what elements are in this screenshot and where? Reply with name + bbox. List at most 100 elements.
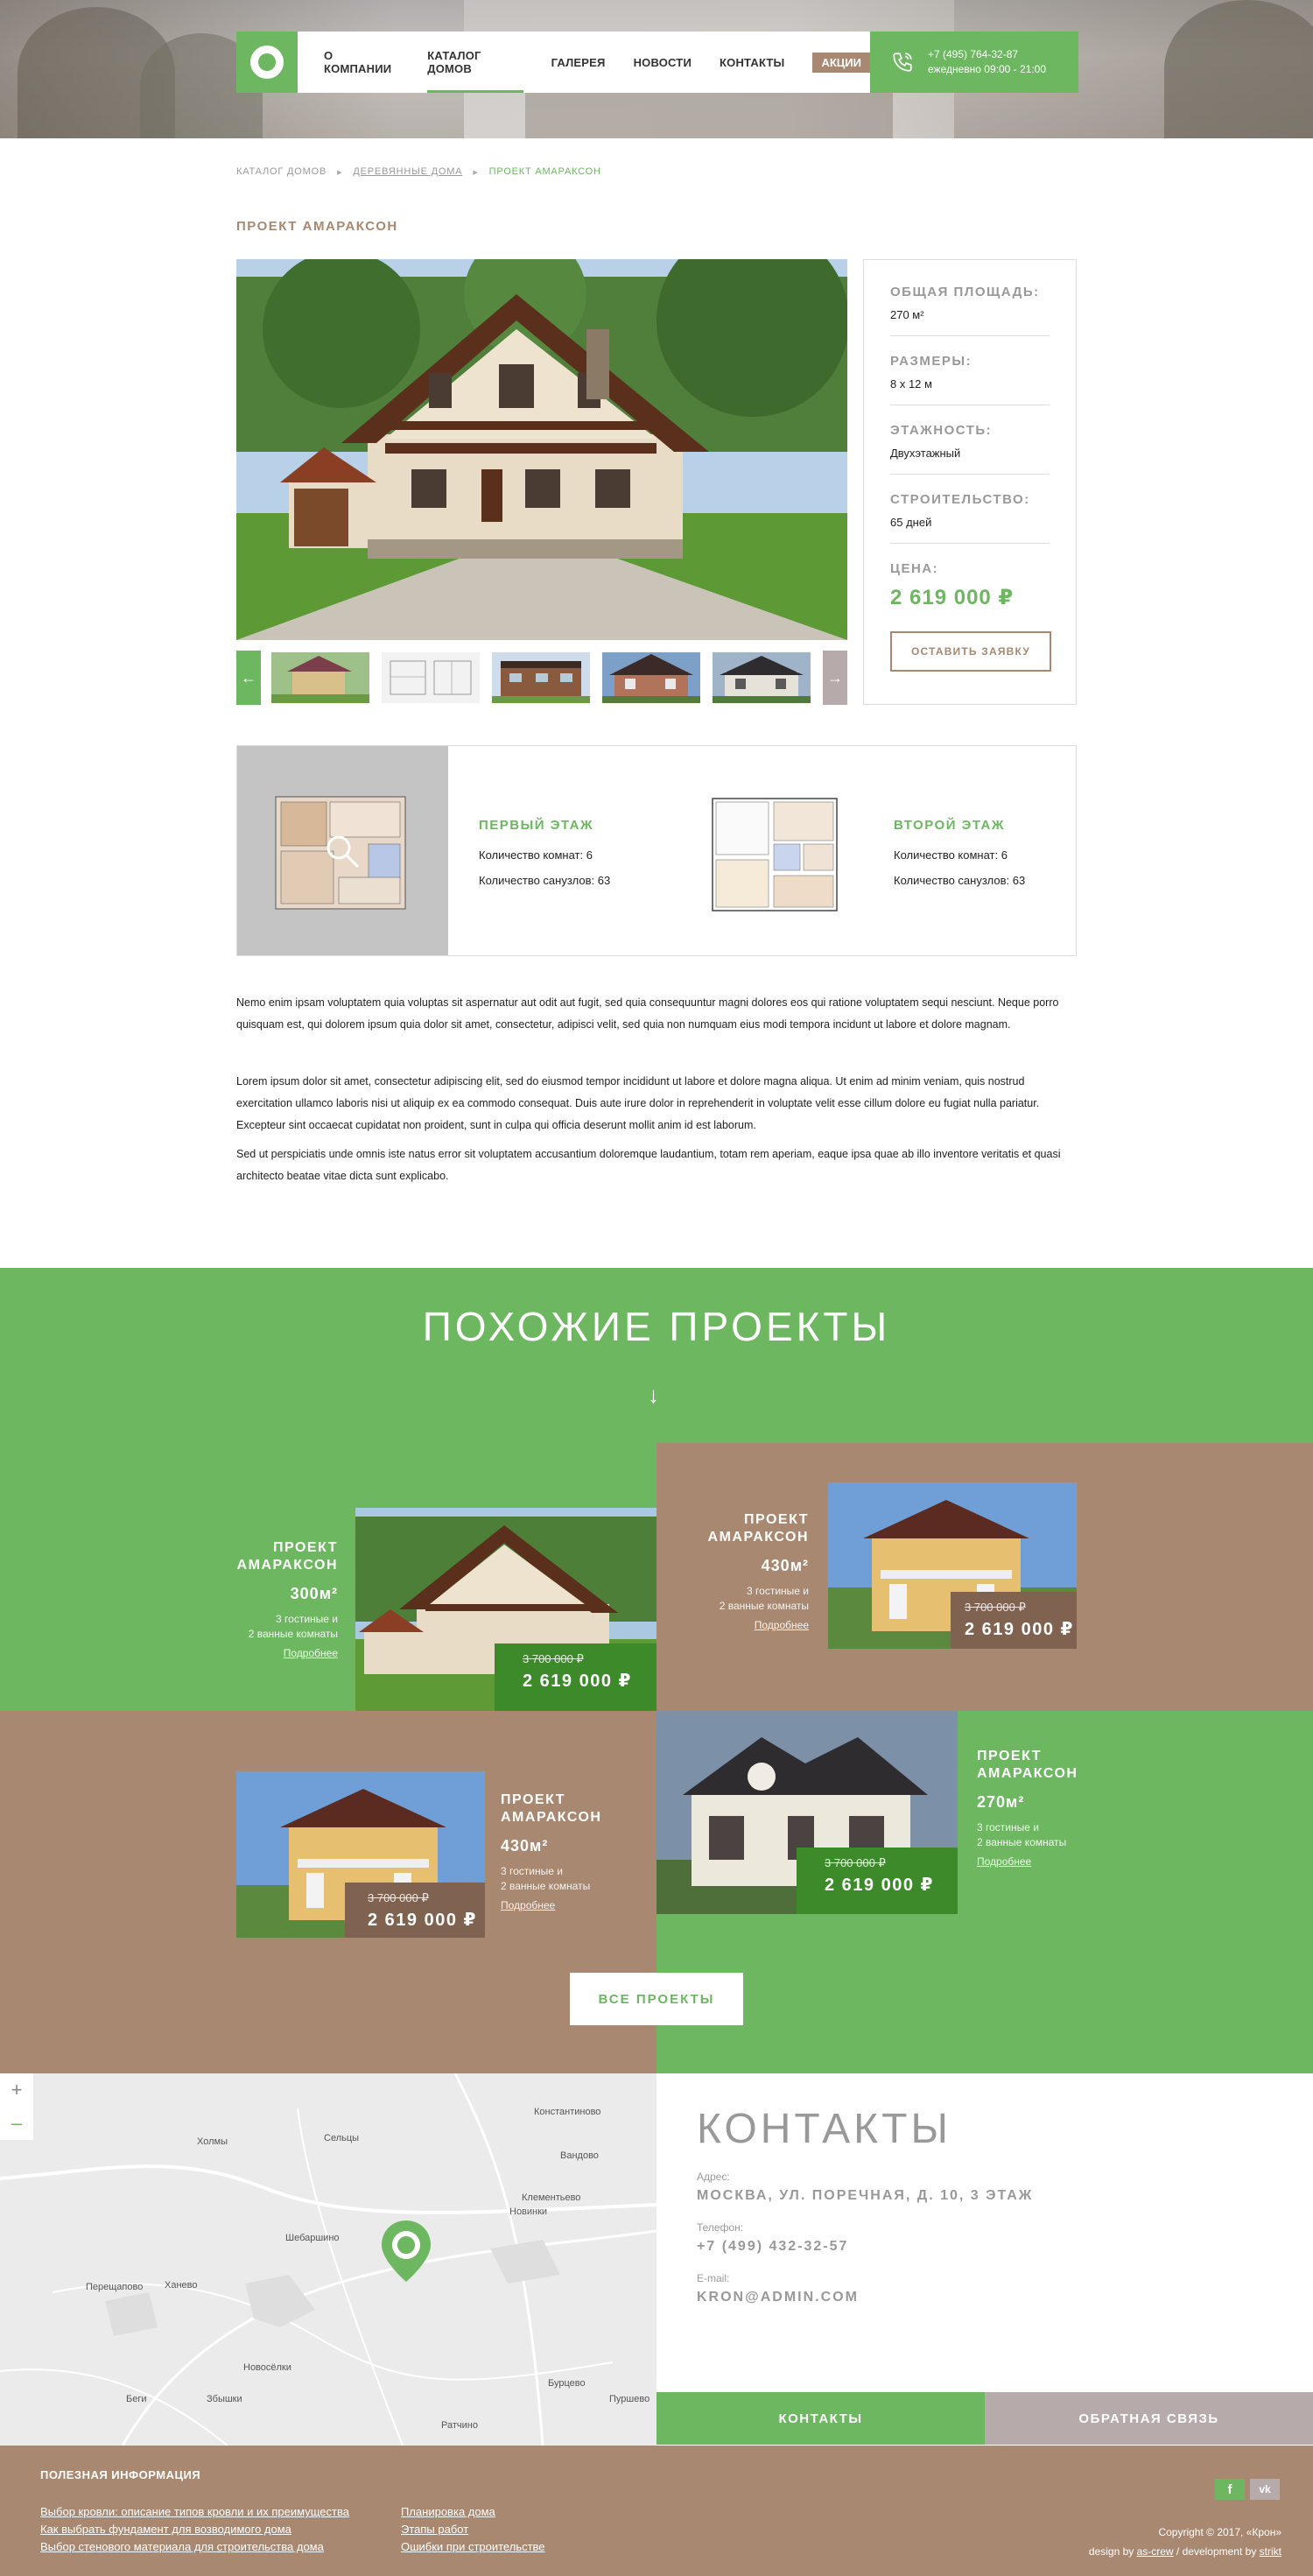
old-price: 3 700 000 ₽ xyxy=(523,1652,584,1665)
phone-icon xyxy=(893,53,912,72)
footer-links-col-2: Планировка дома Этапы работ Ошибки при с… xyxy=(401,2503,545,2556)
footer-link[interactable]: Выбор стенового материала для строительс… xyxy=(40,2538,349,2556)
card-name: Амараксон xyxy=(501,1810,602,1825)
contact-buttons: Контакты Обратная связь xyxy=(656,2392,1313,2445)
menu-item-catalog[interactable]: Каталог домов xyxy=(427,32,523,93)
similar-card-2-info: Проект Амараксон 430м² 3 гостиные и 2 ва… xyxy=(658,1511,809,1631)
new-price: 2 619 000 ₽ xyxy=(368,1911,477,1930)
breadcrumb-separator-icon: ▸ xyxy=(473,167,479,178)
floor-plan-2-image[interactable] xyxy=(704,786,846,918)
logo[interactable] xyxy=(236,32,298,93)
copyright-text: Copyright © 2017, «Крон» xyxy=(1158,2526,1281,2538)
map[interactable]: Константиново Холмы Сельцы Вандово Клеме… xyxy=(0,2073,656,2446)
breadcrumb: Каталог домов ▸ Деревянные дома ▸ Проект… xyxy=(236,166,601,178)
thumbnail[interactable] xyxy=(602,652,700,703)
thumbs-next-arrow-icon[interactable]: → xyxy=(823,651,847,705)
card-area: 300м² xyxy=(290,1585,338,1602)
floor-1-rooms: Количество комнат: 6 xyxy=(479,848,593,862)
similar-card-4-info: Проект Амараксон 270м² 3 гостиные и 2 ва… xyxy=(977,1748,1126,1868)
contacts-button[interactable]: Контакты xyxy=(656,2392,985,2445)
page-title: Проект Амараксон xyxy=(236,219,398,234)
thumbnail[interactable] xyxy=(713,652,811,703)
new-price: 2 619 000 ₽ xyxy=(825,1876,934,1895)
similar-projects: Похожие проекты ↓ Проект Амараксон 300м²… xyxy=(0,1268,1313,2073)
menu-item-contacts[interactable]: Контакты xyxy=(720,32,784,93)
map-label: Клементьево xyxy=(522,2192,581,2203)
thumbnail[interactable] xyxy=(382,652,480,703)
card-name: Амараксон xyxy=(707,1530,809,1545)
card-name: Проект xyxy=(272,1540,338,1555)
menu-item-gallery[interactable]: Галерея xyxy=(551,32,606,93)
working-hours: ежедневно 09:00 - 21:00 xyxy=(928,63,1047,75)
contacts-section: Контакты Адрес: Москва, ул. Поречная, д.… xyxy=(656,2073,1313,2392)
spec-value-size: 8 х 12 м xyxy=(890,377,932,391)
feedback-button[interactable]: Обратная связь xyxy=(985,2392,1313,2445)
floor-plans: Первый этаж Количество комнат: 6 Количес… xyxy=(236,745,1077,956)
phone-value[interactable]: +7 (499) 432-32-57 xyxy=(697,2239,1313,2255)
card-more-link[interactable]: Подробнее xyxy=(658,1619,809,1631)
thumbnail[interactable] xyxy=(492,652,590,703)
card-rooms: 2 ванные комнаты xyxy=(719,1600,809,1612)
footer-link[interactable]: Как выбрать фундамент для возводимого до… xyxy=(40,2521,349,2538)
new-price: 2 619 000 ₽ xyxy=(965,1620,1074,1639)
card-area: 430м² xyxy=(501,1837,549,1855)
floor-plan-1-image[interactable] xyxy=(237,746,448,955)
order-button[interactable]: Оставить заявку xyxy=(890,631,1051,672)
phone-label: Телефон: xyxy=(697,2221,744,2234)
map-label: Пуршево xyxy=(609,2394,650,2404)
map-label: Холмы xyxy=(197,2136,228,2147)
old-price: 3 700 000 ₽ xyxy=(965,1601,1026,1614)
thumbs-prev-arrow-icon[interactable]: ← xyxy=(236,651,261,705)
vk-icon[interactable]: vk xyxy=(1250,2479,1280,2500)
similar-card-4-price: 3 700 000 ₽ 2 619 000 ₽ xyxy=(797,1848,958,1914)
floor-2-title: Второй этаж xyxy=(894,818,1005,833)
thumbnail[interactable] xyxy=(271,652,369,703)
breadcrumb-catalog[interactable]: Каталог домов xyxy=(236,166,326,178)
card-rooms: 2 ванные комнаты xyxy=(977,1836,1067,1848)
development-by-link[interactable]: strikt xyxy=(1260,2545,1281,2558)
card-rooms: 2 ванные комнаты xyxy=(248,1628,338,1640)
description-paragraph: Nemo enim ipsam voluptatem quia voluptas… xyxy=(236,996,1059,1031)
card-rooms: 3 гостиные и xyxy=(501,1865,563,1877)
spec-label: Общая площадь: xyxy=(890,285,1040,299)
footer-link[interactable]: Этапы работ xyxy=(401,2521,545,2538)
menu-item-promo[interactable]: Акции xyxy=(812,52,870,73)
spec-label: Строительство: xyxy=(890,492,1030,507)
price-label: Цена: xyxy=(890,561,939,576)
menu-item-news[interactable]: Новости xyxy=(634,32,692,93)
description-paragraph: Lorem ipsum dolor sit amet, consectetur … xyxy=(236,1075,1040,1131)
similar-card-1-info: Проект Амараксон 300м² 3 гостиные и 2 ва… xyxy=(180,1539,338,1659)
email-value[interactable]: kron@admin.com xyxy=(697,2290,1313,2305)
spec-value-area: 270 м² xyxy=(890,308,924,321)
card-name: Амараксон xyxy=(977,1766,1078,1781)
card-more-link[interactable]: Подробнее xyxy=(501,1899,649,1911)
header-phone[interactable]: +7 (495) 764-32-87 ежедневно 09:00 - 21:… xyxy=(870,32,1078,93)
footer-link[interactable]: Планировка дома xyxy=(401,2503,545,2521)
similar-card-3-info: Проект Амараксон 430м² 3 гостиные и 2 ва… xyxy=(501,1791,649,1911)
main-house-photo xyxy=(236,259,847,640)
all-projects-button[interactable]: Все проекты xyxy=(570,1973,743,2025)
map-pin-icon[interactable] xyxy=(380,2219,432,2284)
new-price: 2 619 000 ₽ xyxy=(523,1672,632,1691)
footer-link[interactable]: Выбор кровли: описание типов кровли и их… xyxy=(40,2503,349,2521)
phone-number: +7 (495) 764-32-87 xyxy=(928,48,1019,60)
zoom-out-button[interactable]: – xyxy=(0,2107,33,2140)
project-description: Nemo enim ipsam voluptatem quia voluptas… xyxy=(236,992,1078,1194)
spec-label: Этажность: xyxy=(890,423,993,438)
card-rooms: 2 ванные комнаты xyxy=(501,1880,591,1892)
card-more-link[interactable]: Подробнее xyxy=(977,1855,1126,1868)
breadcrumb-wooden-houses[interactable]: Деревянные дома xyxy=(353,166,462,178)
zoom-icon[interactable] xyxy=(323,832,362,870)
copyright: Copyright © 2017, «Крон» design by as-cr… xyxy=(1089,2523,1281,2561)
footer-link[interactable]: Ошибки при строительстве xyxy=(401,2538,545,2556)
breadcrumb-current: Проект Амараксон xyxy=(488,166,601,177)
facebook-icon[interactable]: f xyxy=(1215,2479,1245,2500)
spec-value-floors: Двухэтажный xyxy=(890,447,961,460)
similar-card-2-price: 3 700 000 ₽ 2 619 000 ₽ xyxy=(951,1592,1077,1649)
menu-item-about[interactable]: О компании xyxy=(324,32,399,93)
zoom-in-button[interactable]: + xyxy=(0,2073,33,2107)
card-name: Проект xyxy=(743,1512,809,1527)
map-zoom-control: + – xyxy=(0,2073,33,2140)
design-by-link[interactable]: as-crew xyxy=(1137,2545,1174,2558)
card-more-link[interactable]: Подробнее xyxy=(180,1647,338,1659)
